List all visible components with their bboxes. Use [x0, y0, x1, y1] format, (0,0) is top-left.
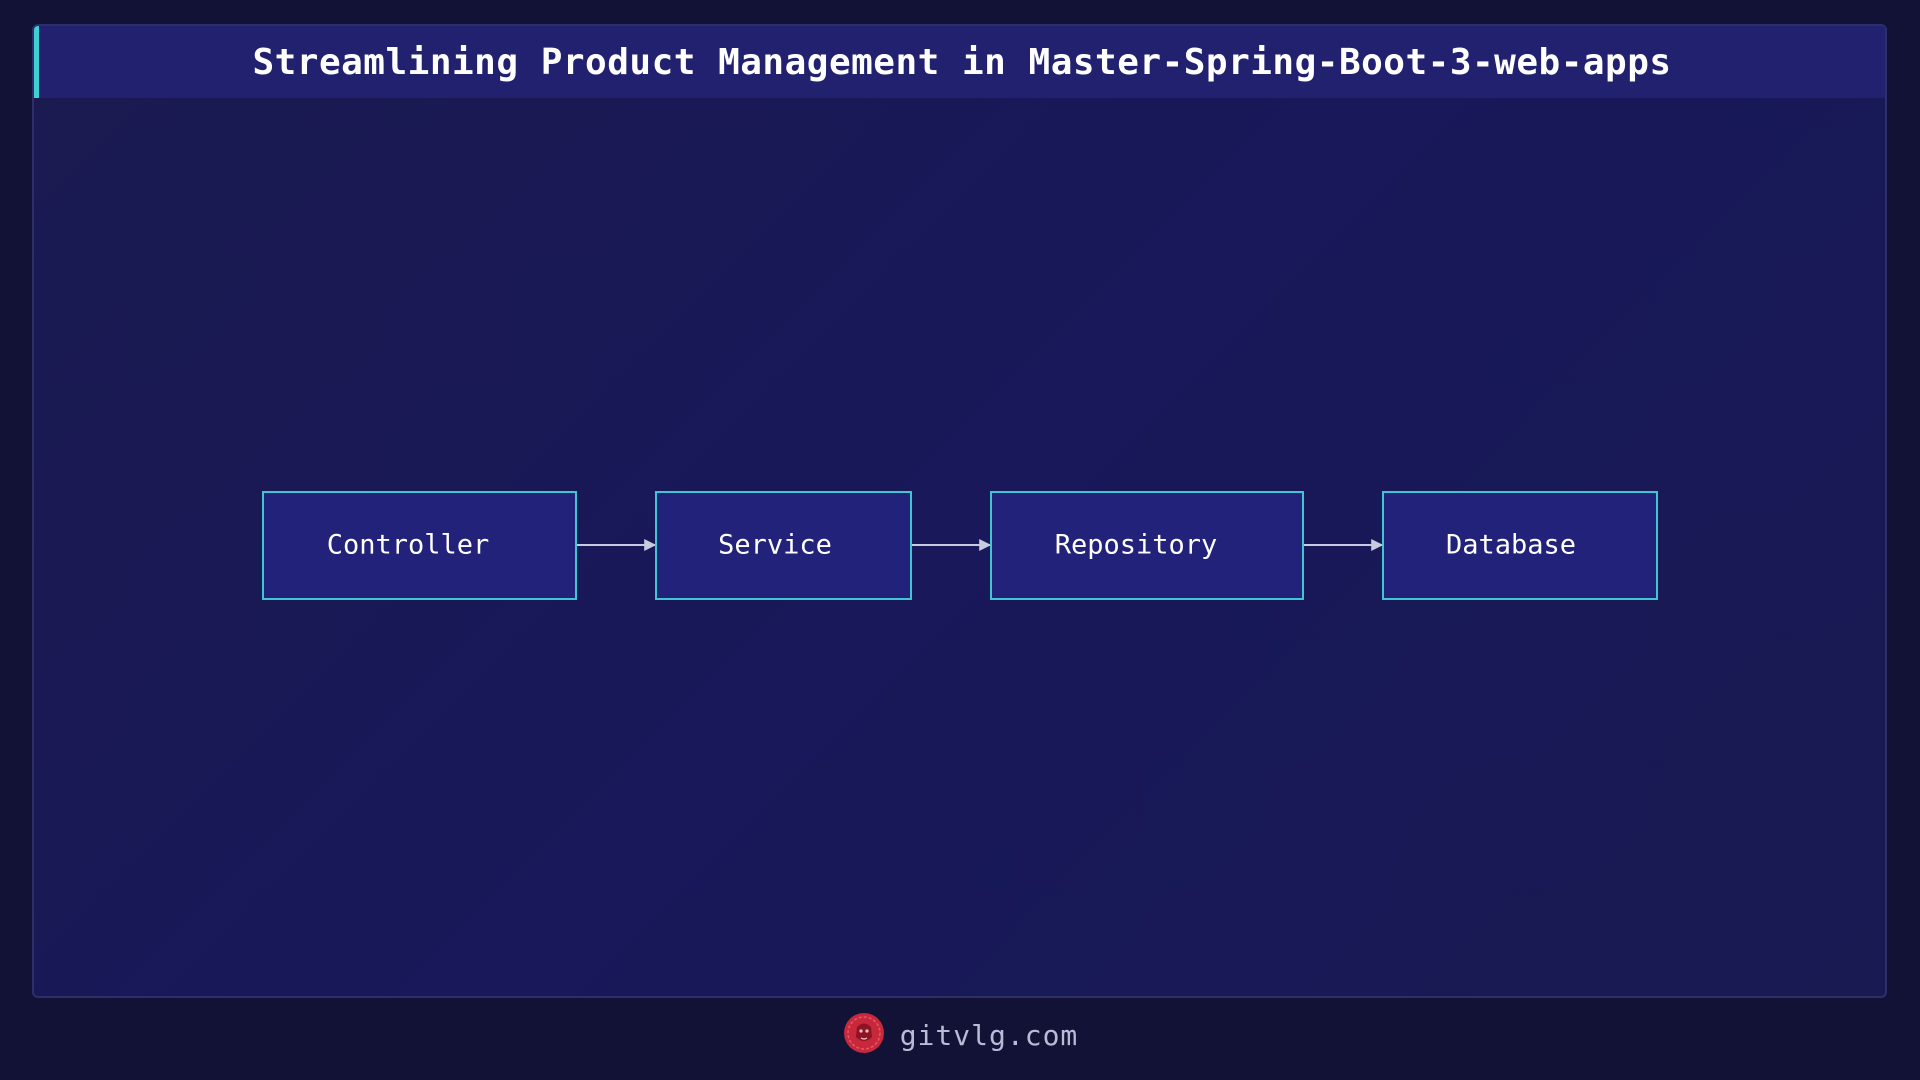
node-service-label: Service	[718, 530, 832, 561]
footer-site-link[interactable]: gitvlg.com	[900, 1019, 1079, 1052]
node-repository-label: Repository	[1055, 530, 1218, 561]
node-database: Database	[1382, 491, 1658, 600]
lion-logo-icon	[842, 1011, 886, 1059]
node-controller-label: Controller	[327, 530, 490, 561]
flow-diagram: Controller Service Repository Database	[262, 491, 1658, 600]
node-service: Service	[655, 491, 912, 600]
node-database-label: Database	[1446, 530, 1576, 561]
node-controller: Controller	[262, 491, 577, 600]
node-repository: Repository	[990, 491, 1304, 600]
footer: gitvlg.com	[0, 1010, 1920, 1060]
